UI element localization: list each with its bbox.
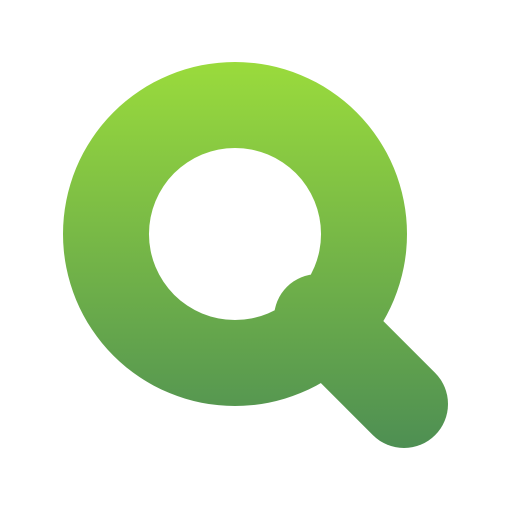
search-icon-container <box>0 0 512 512</box>
magnifier-lens-ring <box>63 62 407 406</box>
search-icon <box>63 62 448 448</box>
